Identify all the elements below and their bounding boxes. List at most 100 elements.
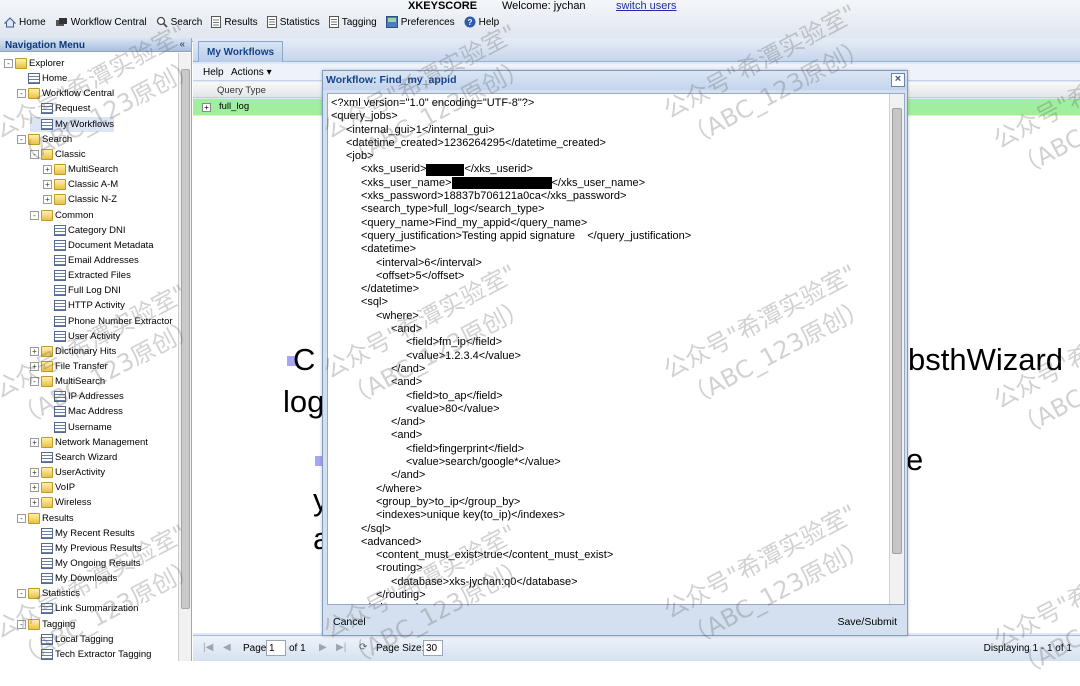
column-query-type[interactable]: Query Type — [217, 85, 266, 96]
xml-editor[interactable]: <?xml version="1.0" encoding="UTF-8"?> <q… — [327, 93, 905, 605]
xml-line-text: <search_type>full_log</search_type> — [361, 203, 545, 216]
switch-users-link[interactable]: switch users — [616, 0, 677, 12]
nav-item-label: File Transfer — [55, 361, 108, 372]
collapse-icon[interactable]: « — [179, 39, 185, 50]
navigation-scroll-thumb[interactable] — [181, 69, 190, 609]
nav-item-wireless[interactable]: + Wireless — [30, 495, 91, 510]
collapse-toggle-icon[interactable]: - — [17, 513, 26, 523]
menu-results[interactable]: Results — [211, 16, 258, 28]
tab-my-workflows[interactable]: My Workflows — [198, 41, 284, 62]
nav-item-file-transfer[interactable]: + File Transfer — [30, 359, 108, 374]
actions-menu-button[interactable]: Actions ▾ — [231, 67, 272, 78]
refresh-icon[interactable]: ⟳ — [359, 642, 367, 653]
expand-toggle-icon[interactable]: + — [30, 437, 39, 447]
navigation-scrollbar[interactable] — [178, 53, 191, 661]
save-submit-button[interactable]: Save/Submit — [837, 616, 897, 628]
app-title: XKEYSCORE — [408, 0, 478, 12]
menu-workflow-central[interactable]: Workflow Central — [55, 17, 147, 28]
nav-item-tagging[interactable]: - Tagging — [17, 617, 75, 632]
help-button[interactable]: Help — [203, 67, 224, 78]
collapse-toggle-icon[interactable]: - — [17, 134, 26, 144]
nav-item-label: Request — [55, 103, 91, 115]
menu-preferences[interactable]: Preferences — [385, 16, 455, 28]
collapse-toggle-icon[interactable]: - — [30, 149, 39, 159]
nav-item-mac-address[interactable]: Mac Address — [43, 404, 123, 419]
nav-item-document-metadata[interactable]: Document Metadata — [43, 238, 154, 253]
nav-item-extracted-files[interactable]: Extracted Files — [43, 268, 131, 283]
nav-item-common[interactable]: - Common — [30, 208, 94, 223]
expand-toggle-icon[interactable]: + — [30, 468, 39, 478]
expand-toggle-icon[interactable]: + — [30, 346, 39, 356]
nav-item-tech-extractor-tagging[interactable]: Tech Extractor Tagging — [30, 647, 151, 661]
nav-item-my-recent-results[interactable]: My Recent Results — [30, 526, 135, 541]
nav-item-voip[interactable]: + VoIP — [30, 480, 75, 495]
expand-toggle-icon[interactable]: + — [30, 362, 39, 371]
nav-item-explorer[interactable]: - Explorer — [4, 56, 64, 71]
nav-item-ip-addresses[interactable]: IP Addresses — [43, 389, 124, 404]
results-icon — [211, 16, 224, 28]
menu-help[interactable]: ? Help — [464, 16, 499, 28]
page-number-input[interactable] — [266, 640, 286, 656]
nav-item-local-tagging[interactable]: Local Tagging — [30, 632, 113, 647]
xml-line-text: </and> — [391, 362, 426, 375]
row-expand-icon[interactable]: + — [202, 103, 211, 112]
nav-item-multisearch[interactable]: + MultiSearch — [43, 162, 118, 177]
expand-toggle-icon[interactable]: + — [43, 180, 52, 190]
nav-item-search[interactable]: - Search — [17, 132, 72, 147]
previous-page-icon[interactable]: ◀ — [223, 642, 231, 653]
nav-item-my-ongoing-results[interactable]: My Ongoing Results — [30, 556, 141, 571]
collapse-toggle-icon[interactable]: - — [17, 89, 26, 99]
nav-item-email-addresses[interactable]: Email Addresses — [43, 253, 139, 268]
menu-search[interactable]: Search — [156, 16, 202, 28]
collapse-toggle-icon[interactable]: - — [17, 589, 26, 599]
nav-item-user-activity[interactable]: User Activity — [43, 329, 120, 344]
editor-scrollbar[interactable] — [889, 94, 904, 604]
menu-home[interactable]: Home — [4, 17, 46, 28]
nav-item-workflow-central[interactable]: - Workflow Central — [17, 86, 114, 101]
xml-line-text: </sql> — [361, 522, 391, 535]
nav-item-results[interactable]: - Results — [17, 511, 74, 526]
nav-item-classic-n-z[interactable]: + Classic N-Z — [43, 192, 117, 207]
nav-item-my-workflows[interactable]: My Workflows — [30, 116, 114, 132]
nav-item-search-wizard[interactable]: Search Wizard — [30, 450, 117, 465]
dialog-title-bar[interactable]: Workflow: Find_my_appid × — [323, 71, 907, 90]
nav-item-http-activity[interactable]: HTTP Activity — [43, 298, 125, 313]
menu-tagging[interactable]: Tagging — [328, 16, 377, 28]
nav-item-full-log-dni[interactable]: Full Log DNI — [43, 283, 121, 298]
cancel-button[interactable]: Cancel — [333, 616, 366, 628]
expand-toggle-icon[interactable]: + — [43, 165, 52, 175]
page-size-input[interactable] — [423, 640, 443, 656]
dialog-footer: Cancel Save/Submit — [323, 609, 907, 635]
collapse-toggle-icon[interactable]: - — [30, 210, 39, 220]
expand-toggle-icon[interactable]: + — [43, 195, 52, 205]
nav-item-username[interactable]: Username — [43, 420, 112, 435]
nav-item-my-downloads[interactable]: My Downloads — [30, 571, 117, 586]
expand-toggle-icon[interactable]: + — [30, 483, 39, 493]
collapse-toggle-icon[interactable]: - — [30, 377, 39, 387]
menu-statistics[interactable]: Statistics — [266, 16, 320, 28]
collapse-toggle-icon[interactable]: - — [17, 619, 26, 629]
nav-item-request[interactable]: Request — [30, 101, 90, 116]
nav-item-my-previous-results[interactable]: My Previous Results — [30, 541, 142, 556]
editor-scroll-thumb[interactable] — [892, 108, 902, 554]
nav-item-home[interactable]: Home — [17, 71, 67, 86]
xml-line-text: <and> — [391, 323, 423, 336]
last-page-icon[interactable]: ▶| — [336, 642, 346, 653]
nav-item-link-summarization[interactable]: Link Summarization — [30, 601, 138, 616]
nav-item-dictionary-hits[interactable]: + Dictionary Hits — [30, 344, 116, 359]
first-page-icon[interactable]: |◀ — [203, 642, 213, 653]
next-page-icon[interactable]: ▶ — [319, 642, 327, 653]
nav-item-classic-a-m[interactable]: + Classic A-M — [43, 177, 118, 192]
xml-line: <and> — [331, 429, 887, 442]
nav-item-statistics[interactable]: - Statistics — [17, 586, 80, 601]
nav-item-classic[interactable]: - Classic — [30, 147, 86, 162]
expand-toggle-icon[interactable]: + — [30, 498, 39, 508]
nav-item-useractivity[interactable]: + UserActivity — [30, 465, 105, 480]
nav-item-phone-number-extractor[interactable]: Phone Number Extractor — [43, 314, 173, 329]
collapse-toggle-icon[interactable]: - — [4, 59, 13, 68]
nav-item-category-dni[interactable]: Category DNI — [43, 223, 126, 238]
close-icon[interactable]: × — [891, 73, 905, 87]
xml-content[interactable]: <?xml version="1.0" encoding="UTF-8"?> <q… — [331, 97, 887, 604]
nav-item-multisearch[interactable]: - MultiSearch — [30, 374, 105, 389]
nav-item-network-management[interactable]: + Network Management — [30, 435, 148, 450]
